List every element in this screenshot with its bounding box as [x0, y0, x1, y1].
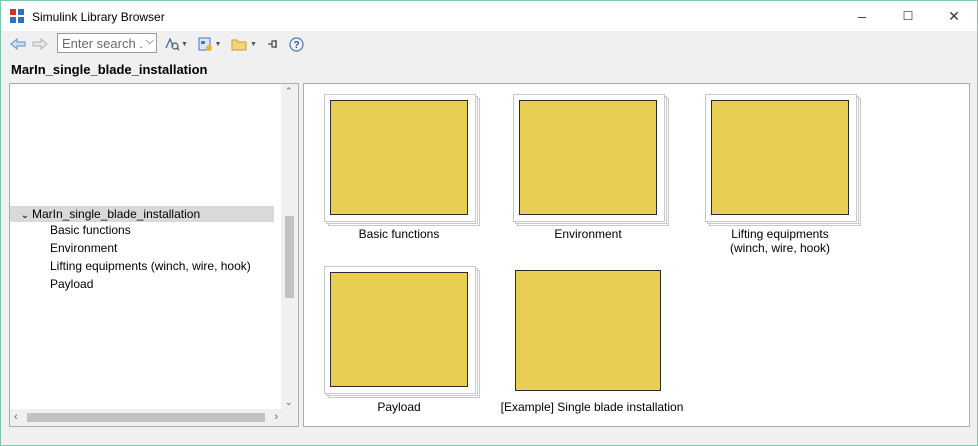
- horizontal-scroll-thumb[interactable]: [27, 413, 265, 422]
- pin-button[interactable]: [265, 34, 281, 54]
- vertical-scrollbar[interactable]: ⌃ ⌄: [281, 84, 298, 410]
- open-folder-dropdown-icon: ▼: [250, 40, 257, 48]
- tree-item-payload[interactable]: Payload: [50, 276, 93, 292]
- block-icon: [519, 100, 657, 215]
- library-blocks-pane: Basic functions Environment Lifting equi…: [303, 83, 970, 427]
- block-label-line: (winch, wire, hook): [729, 241, 831, 255]
- help-icon: ?: [288, 36, 304, 52]
- help-button[interactable]: ?: [287, 34, 305, 54]
- scroll-down-icon[interactable]: ⌄: [285, 397, 293, 408]
- toolbar: ⌵ ▼ ▼ ▼: [1, 31, 977, 57]
- tree-item-environment[interactable]: Environment: [50, 240, 117, 256]
- block-lifting-equipments[interactable]: [705, 94, 861, 244]
- new-model-button[interactable]: ▼: [195, 34, 223, 54]
- scroll-corner: [281, 409, 298, 426]
- svg-text:?: ?: [293, 40, 299, 51]
- simulink-app-icon: [10, 9, 24, 23]
- vertical-scroll-thumb[interactable]: [285, 216, 294, 298]
- minimize-button[interactable]: –: [839, 1, 885, 31]
- find-icon: [165, 37, 180, 51]
- new-model-dropdown-icon: ▼: [214, 40, 222, 48]
- block-icon: [330, 272, 468, 387]
- tree-root-item[interactable]: ⌄ MarIn_single_blade_installation: [10, 206, 274, 222]
- search-box: ⌵: [57, 33, 157, 53]
- block-label-line: Lifting equipments: [731, 227, 829, 241]
- arrow-left-icon: [10, 38, 26, 50]
- block-environment[interactable]: [513, 94, 669, 244]
- tree-item-basic-functions[interactable]: Basic functions: [50, 222, 131, 238]
- block-label: [Example] Single blade installation: [500, 400, 684, 414]
- maximize-button[interactable]: ☐: [885, 1, 931, 31]
- block-icon: [515, 270, 661, 391]
- block-label: Basic functions: [358, 227, 440, 241]
- find-button[interactable]: ▼: [163, 34, 189, 54]
- tree-root-label: MarIn_single_blade_installation: [32, 207, 201, 221]
- block-payload[interactable]: [324, 266, 480, 416]
- library-browser-window: Simulink Library Browser – ☐ ✕ ⌵ ▼: [0, 0, 978, 446]
- horizontal-scrollbar[interactable]: ‹ ›: [10, 409, 282, 426]
- block-icon: [330, 100, 468, 215]
- block-label: Payload: [377, 400, 421, 414]
- window-title: Simulink Library Browser: [32, 10, 165, 24]
- chevron-down-icon[interactable]: ⌵: [146, 35, 154, 48]
- tree-item-lifting-equipments[interactable]: Lifting equipments (winch, wire, hook): [50, 258, 251, 274]
- open-folder-icon: [231, 39, 247, 51]
- pin-icon: [268, 40, 277, 48]
- block-basic-functions[interactable]: [324, 94, 480, 244]
- scroll-up-icon[interactable]: ⌃: [285, 86, 293, 97]
- title-bar: Simulink Library Browser – ☐ ✕: [1, 1, 977, 31]
- scroll-right-icon[interactable]: ›: [274, 411, 278, 423]
- find-dropdown-icon: ▼: [181, 40, 188, 48]
- close-button[interactable]: ✕: [931, 1, 977, 31]
- back-button[interactable]: [9, 34, 27, 54]
- scroll-left-icon[interactable]: ‹: [14, 411, 18, 423]
- forward-button[interactable]: [31, 34, 49, 54]
- library-title: MarIn_single_blade_installation: [11, 62, 208, 77]
- chevron-down-icon[interactable]: ⌄: [18, 208, 32, 224]
- block-label: Environment: [554, 227, 622, 241]
- block-example-single-blade-installation[interactable]: [515, 270, 665, 420]
- new-model-icon: [198, 37, 212, 51]
- search-input[interactable]: [58, 35, 142, 51]
- block-label: Lifting equipments (winch, wire, hook): [690, 227, 870, 255]
- library-tree-pane: ⌄ MarIn_single_blade_installation Basic f…: [9, 83, 299, 427]
- arrow-right-icon: [32, 38, 48, 50]
- open-folder-button[interactable]: ▼: [229, 34, 259, 54]
- block-icon: [711, 100, 849, 215]
